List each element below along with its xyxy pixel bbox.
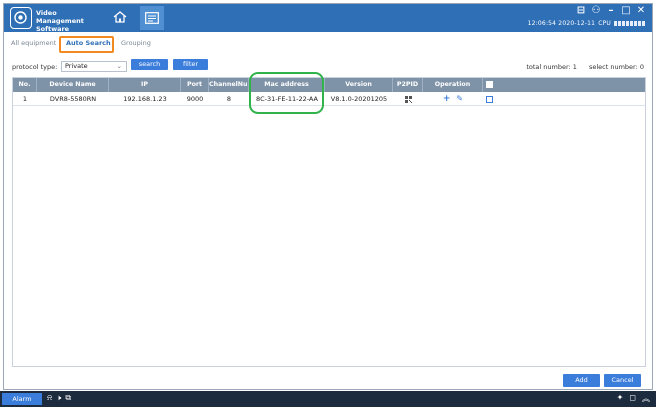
mute-icon[interactable]: 🕨 xyxy=(56,393,61,403)
header-p2pid: P2PID xyxy=(393,78,423,92)
protocol-type-value: Private xyxy=(65,62,88,70)
chevron-down-icon: ⌄ xyxy=(116,62,122,70)
header-no: No. xyxy=(13,78,37,92)
clock-text: 12:06:54 2020-12-11 xyxy=(527,20,596,27)
total-number: total number: 1 xyxy=(526,63,577,71)
cell-select[interactable] xyxy=(483,92,495,106)
add-button[interactable]: Add xyxy=(563,374,600,387)
taskbar-right: ✦ ◻ ︽ xyxy=(617,393,650,404)
device-table: No. Device Name IP Port ChannelNum Mac a… xyxy=(12,77,646,367)
tab-grouping[interactable]: Grouping xyxy=(121,39,151,47)
cpu-label: CPU xyxy=(598,20,611,27)
window-controls: ⊟ ⚇ – □ ✕ xyxy=(576,5,646,17)
app-title: Video Management Software xyxy=(36,9,106,33)
app-title-line1: Video Management xyxy=(36,9,84,25)
alarm-button[interactable]: Alarm xyxy=(2,393,42,405)
home-icon xyxy=(113,11,127,23)
protocol-type-select[interactable]: Private ⌄ xyxy=(61,61,127,72)
home-button[interactable] xyxy=(112,9,128,25)
tab-highlight-box xyxy=(59,36,114,53)
select-number: select number: 0 xyxy=(588,63,644,71)
search-toolbar: protocol type: Private ⌄ search filter t… xyxy=(4,59,652,75)
plus-icon[interactable]: + xyxy=(443,94,451,104)
qr-code-icon xyxy=(404,95,412,103)
cell-ip: 192.168.1.23 xyxy=(123,95,167,103)
app-title-line2: Software xyxy=(36,25,70,33)
pin-icon[interactable]: ✦ xyxy=(617,393,624,404)
cancel-button[interactable]: Cancel xyxy=(604,374,641,387)
bell-icon[interactable]: ⍾ xyxy=(47,393,52,403)
cell-device-name: DVR8-5580RN xyxy=(49,95,97,103)
search-button[interactable]: search xyxy=(131,59,168,70)
taskbar: Alarm ⍾ 🕨 ⧉ ✦ ◻ ︽ xyxy=(0,391,656,407)
cell-operation: + ✎ xyxy=(423,92,483,106)
select-all-checkbox[interactable] xyxy=(485,80,493,88)
header-ip: IP xyxy=(109,78,181,92)
header-select-all[interactable] xyxy=(483,78,495,92)
table-row[interactable]: 1 DVR8-5580RN 192.168.1.23 9000 8 8C-31-… xyxy=(13,92,645,106)
cell-no: 1 xyxy=(22,95,28,103)
tab-bar: All equipment Auto Search Grouping xyxy=(4,35,652,55)
layout-icon[interactable]: ⊟ xyxy=(576,5,586,17)
screen-icon[interactable]: ⧉ xyxy=(65,393,71,403)
header-operation: Operation xyxy=(423,78,483,92)
device-manager-icon xyxy=(145,12,159,24)
count-stats: total number: 1 select number: 0 xyxy=(516,63,644,71)
title-bar: Video Management Software ⊟ ⚇ – □ ✕ 12:0… xyxy=(4,4,652,33)
cell-p2pid xyxy=(393,92,423,106)
filter-button[interactable]: filter xyxy=(173,59,208,70)
mac-address-highlight-box xyxy=(249,72,324,114)
table-header: No. Device Name IP Port ChannelNum Mac a… xyxy=(13,78,645,92)
minimize-button[interactable]: – xyxy=(606,5,616,17)
device-manager-button[interactable] xyxy=(140,6,164,30)
pencil-icon[interactable]: ✎ xyxy=(456,94,463,103)
status-clock: 12:06:54 2020-12-11 CPU xyxy=(528,20,646,27)
header-channel-num: ChannelNum xyxy=(209,78,249,92)
header-version: Version xyxy=(325,78,393,92)
row-checkbox[interactable] xyxy=(485,95,493,103)
restore-icon[interactable]: ◻ xyxy=(629,393,636,404)
protocol-type-label: protocol type: xyxy=(12,63,58,71)
close-button[interactable]: ✕ xyxy=(636,5,646,17)
expand-up-icon[interactable]: ︽ xyxy=(642,393,650,404)
cell-channel-num: 8 xyxy=(226,95,232,103)
tab-all-equipment[interactable]: All equipment xyxy=(11,39,56,47)
cell-version: V8.1.0-20201205 xyxy=(330,95,388,103)
maximize-button[interactable]: □ xyxy=(621,5,631,17)
user-icon[interactable]: ⚇ xyxy=(591,5,601,17)
main-window: Video Management Software ⊟ ⚇ – □ ✕ 12:0… xyxy=(3,3,653,390)
cpu-meter xyxy=(614,21,646,26)
taskbar-icons: ⍾ 🕨 ⧉ xyxy=(47,393,71,403)
header-device-name: Device Name xyxy=(37,78,109,92)
cell-port: 9000 xyxy=(186,95,204,103)
app-logo-icon xyxy=(10,7,32,29)
header-port: Port xyxy=(181,78,209,92)
